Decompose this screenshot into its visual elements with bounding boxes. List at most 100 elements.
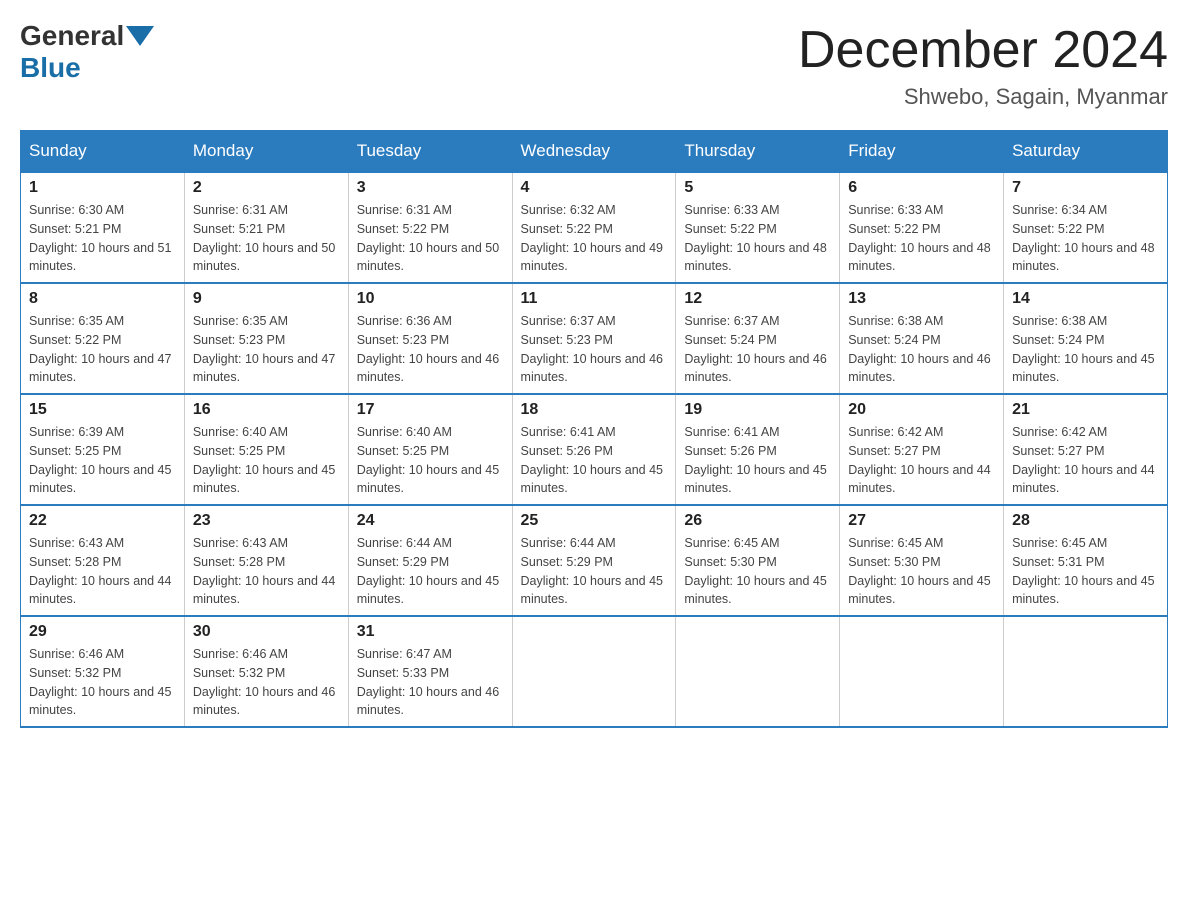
day-info: Sunrise: 6:33 AMSunset: 5:22 PMDaylight:… bbox=[848, 201, 995, 276]
weekday-header-wednesday: Wednesday bbox=[512, 131, 676, 173]
day-cell-22: 22 Sunrise: 6:43 AMSunset: 5:28 PMDayligh… bbox=[21, 505, 185, 616]
day-info: Sunrise: 6:36 AMSunset: 5:23 PMDaylight:… bbox=[357, 312, 504, 387]
day-info: Sunrise: 6:33 AMSunset: 5:22 PMDaylight:… bbox=[684, 201, 831, 276]
day-number: 12 bbox=[684, 290, 831, 308]
day-number: 4 bbox=[521, 179, 668, 197]
day-number: 28 bbox=[1012, 512, 1159, 530]
week-row-4: 22 Sunrise: 6:43 AMSunset: 5:28 PMDayligh… bbox=[21, 505, 1168, 616]
day-number: 26 bbox=[684, 512, 831, 530]
day-cell-7: 7 Sunrise: 6:34 AMSunset: 5:22 PMDaylight… bbox=[1004, 172, 1168, 283]
weekday-header-friday: Friday bbox=[840, 131, 1004, 173]
week-row-3: 15 Sunrise: 6:39 AMSunset: 5:25 PMDayligh… bbox=[21, 394, 1168, 505]
day-info: Sunrise: 6:38 AMSunset: 5:24 PMDaylight:… bbox=[1012, 312, 1159, 387]
location-title: Shwebo, Sagain, Myanmar bbox=[798, 84, 1168, 110]
day-info: Sunrise: 6:41 AMSunset: 5:26 PMDaylight:… bbox=[521, 423, 668, 498]
weekday-header-saturday: Saturday bbox=[1004, 131, 1168, 173]
day-number: 15 bbox=[29, 401, 176, 419]
day-cell-1: 1 Sunrise: 6:30 AMSunset: 5:21 PMDaylight… bbox=[21, 172, 185, 283]
day-info: Sunrise: 6:43 AMSunset: 5:28 PMDaylight:… bbox=[29, 534, 176, 609]
day-cell-19: 19 Sunrise: 6:41 AMSunset: 5:26 PMDayligh… bbox=[676, 394, 840, 505]
day-cell-12: 12 Sunrise: 6:37 AMSunset: 5:24 PMDayligh… bbox=[676, 283, 840, 394]
day-number: 31 bbox=[357, 623, 504, 641]
day-info: Sunrise: 6:44 AMSunset: 5:29 PMDaylight:… bbox=[521, 534, 668, 609]
day-cell-20: 20Sunrise: 6:42 AMSunset: 5:27 PMDayligh… bbox=[840, 394, 1004, 505]
day-info: Sunrise: 6:42 AMSunset: 5:27 PMDaylight:… bbox=[1012, 423, 1159, 498]
logo-blue-text: Blue bbox=[20, 52, 81, 84]
day-info: Sunrise: 6:40 AMSunset: 5:25 PMDaylight:… bbox=[357, 423, 504, 498]
weekday-header-tuesday: Tuesday bbox=[348, 131, 512, 173]
day-cell-14: 14 Sunrise: 6:38 AMSunset: 5:24 PMDayligh… bbox=[1004, 283, 1168, 394]
day-cell-11: 11Sunrise: 6:37 AMSunset: 5:23 PMDayligh… bbox=[512, 283, 676, 394]
day-number: 22 bbox=[29, 512, 176, 530]
day-number: 13 bbox=[848, 290, 995, 308]
day-number: 24 bbox=[357, 512, 504, 530]
day-number: 23 bbox=[193, 512, 340, 530]
day-info: Sunrise: 6:43 AMSunset: 5:28 PMDaylight:… bbox=[193, 534, 340, 609]
day-number: 9 bbox=[193, 290, 340, 308]
day-info: Sunrise: 6:39 AMSunset: 5:25 PMDaylight:… bbox=[29, 423, 176, 498]
day-number: 11 bbox=[521, 290, 668, 308]
day-cell-30: 30 Sunrise: 6:46 AMSunset: 5:32 PMDayligh… bbox=[184, 616, 348, 727]
day-cell-13: 13 Sunrise: 6:38 AMSunset: 5:24 PMDayligh… bbox=[840, 283, 1004, 394]
day-cell-2: 2Sunrise: 6:31 AMSunset: 5:21 PMDaylight… bbox=[184, 172, 348, 283]
day-cell-28: 28 Sunrise: 6:45 AMSunset: 5:31 PMDayligh… bbox=[1004, 505, 1168, 616]
week-row-1: 1 Sunrise: 6:30 AMSunset: 5:21 PMDaylight… bbox=[21, 172, 1168, 283]
day-number: 17 bbox=[357, 401, 504, 419]
logo: General Blue bbox=[20, 20, 156, 84]
day-number: 25 bbox=[521, 512, 668, 530]
day-number: 7 bbox=[1012, 179, 1159, 197]
weekday-header-sunday: Sunday bbox=[21, 131, 185, 173]
day-info: Sunrise: 6:37 AMSunset: 5:24 PMDaylight:… bbox=[684, 312, 831, 387]
day-cell-8: 8Sunrise: 6:35 AMSunset: 5:22 PMDaylight… bbox=[21, 283, 185, 394]
day-number: 6 bbox=[848, 179, 995, 197]
day-number: 5 bbox=[684, 179, 831, 197]
day-cell-18: 18 Sunrise: 6:41 AMSunset: 5:26 PMDayligh… bbox=[512, 394, 676, 505]
day-number: 10 bbox=[357, 290, 504, 308]
day-info: Sunrise: 6:46 AMSunset: 5:32 PMDaylight:… bbox=[29, 645, 176, 720]
month-title: December 2024 bbox=[798, 20, 1168, 80]
day-cell-24: 24Sunrise: 6:44 AMSunset: 5:29 PMDayligh… bbox=[348, 505, 512, 616]
day-info: Sunrise: 6:32 AMSunset: 5:22 PMDaylight:… bbox=[521, 201, 668, 276]
day-number: 19 bbox=[684, 401, 831, 419]
logo-general-text: General bbox=[20, 20, 124, 52]
title-block: December 2024 Shwebo, Sagain, Myanmar bbox=[798, 20, 1168, 110]
day-info: Sunrise: 6:46 AMSunset: 5:32 PMDaylight:… bbox=[193, 645, 340, 720]
empty-cell bbox=[1004, 616, 1168, 727]
day-cell-29: 29 Sunrise: 6:46 AMSunset: 5:32 PMDayligh… bbox=[21, 616, 185, 727]
day-info: Sunrise: 6:30 AMSunset: 5:21 PMDaylight:… bbox=[29, 201, 176, 276]
empty-cell bbox=[512, 616, 676, 727]
day-number: 2 bbox=[193, 179, 340, 197]
weekday-header-row: SundayMondayTuesdayWednesdayThursdayFrid… bbox=[21, 131, 1168, 173]
day-info: Sunrise: 6:35 AMSunset: 5:23 PMDaylight:… bbox=[193, 312, 340, 387]
day-info: Sunrise: 6:40 AMSunset: 5:25 PMDaylight:… bbox=[193, 423, 340, 498]
day-cell-9: 9 Sunrise: 6:35 AMSunset: 5:23 PMDaylight… bbox=[184, 283, 348, 394]
day-number: 3 bbox=[357, 179, 504, 197]
day-info: Sunrise: 6:34 AMSunset: 5:22 PMDaylight:… bbox=[1012, 201, 1159, 276]
day-cell-16: 16Sunrise: 6:40 AMSunset: 5:25 PMDayligh… bbox=[184, 394, 348, 505]
day-info: Sunrise: 6:45 AMSunset: 5:31 PMDaylight:… bbox=[1012, 534, 1159, 609]
day-cell-3: 3 Sunrise: 6:31 AMSunset: 5:22 PMDaylight… bbox=[348, 172, 512, 283]
day-number: 21 bbox=[1012, 401, 1159, 419]
logo-triangle-icon bbox=[126, 26, 154, 46]
empty-cell bbox=[840, 616, 1004, 727]
day-cell-27: 27 Sunrise: 6:45 AMSunset: 5:30 PMDayligh… bbox=[840, 505, 1004, 616]
day-cell-10: 10 Sunrise: 6:36 AMSunset: 5:23 PMDayligh… bbox=[348, 283, 512, 394]
day-cell-25: 25 Sunrise: 6:44 AMSunset: 5:29 PMDayligh… bbox=[512, 505, 676, 616]
day-info: Sunrise: 6:45 AMSunset: 5:30 PMDaylight:… bbox=[848, 534, 995, 609]
day-number: 14 bbox=[1012, 290, 1159, 308]
day-info: Sunrise: 6:31 AMSunset: 5:22 PMDaylight:… bbox=[357, 201, 504, 276]
day-cell-5: 5 Sunrise: 6:33 AMSunset: 5:22 PMDaylight… bbox=[676, 172, 840, 283]
week-row-5: 29 Sunrise: 6:46 AMSunset: 5:32 PMDayligh… bbox=[21, 616, 1168, 727]
day-info: Sunrise: 6:38 AMSunset: 5:24 PMDaylight:… bbox=[848, 312, 995, 387]
day-number: 18 bbox=[521, 401, 668, 419]
day-number: 20 bbox=[848, 401, 995, 419]
page-header: General Blue December 2024 Shwebo, Sagai… bbox=[20, 20, 1168, 110]
day-number: 27 bbox=[848, 512, 995, 530]
day-cell-31: 31Sunrise: 6:47 AMSunset: 5:33 PMDayligh… bbox=[348, 616, 512, 727]
day-info: Sunrise: 6:41 AMSunset: 5:26 PMDaylight:… bbox=[684, 423, 831, 498]
day-number: 1 bbox=[29, 179, 176, 197]
day-number: 30 bbox=[193, 623, 340, 641]
day-number: 29 bbox=[29, 623, 176, 641]
day-cell-23: 23 Sunrise: 6:43 AMSunset: 5:28 PMDayligh… bbox=[184, 505, 348, 616]
day-cell-6: 6 Sunrise: 6:33 AMSunset: 5:22 PMDaylight… bbox=[840, 172, 1004, 283]
